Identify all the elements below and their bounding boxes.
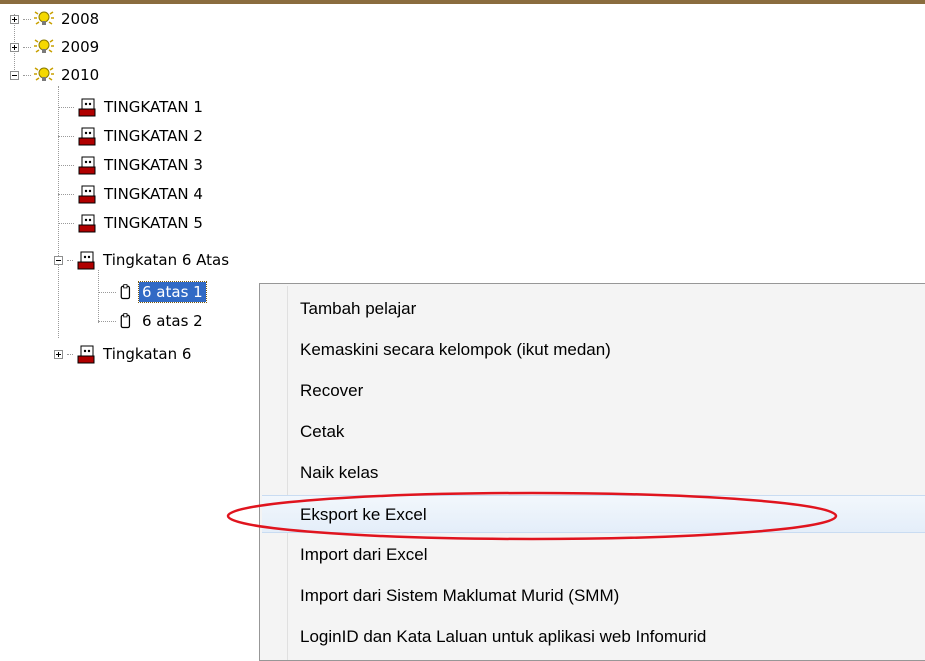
tree-node-form-1[interactable]: TINGKATAN 1 [58, 96, 206, 118]
students-icon [78, 214, 96, 233]
expand-plus-icon[interactable] [54, 349, 63, 359]
document-icon [120, 284, 131, 300]
tree-node-2009[interactable]: 2009 [10, 36, 102, 58]
menu-item-eksport-excel[interactable]: Eksport ke Excel [262, 495, 925, 533]
collapse-minus-icon[interactable] [54, 255, 63, 265]
tree-node-form-3[interactable]: TINGKATAN 3 [58, 154, 206, 176]
tree-node-label: TINGKATAN 3 [104, 156, 203, 174]
tree-node-label: Tingkatan 6 [103, 345, 192, 363]
tree-node-2010[interactable]: 2010 [10, 64, 102, 86]
tree-node-form6-upper[interactable]: Tingkatan 6 Atas [54, 249, 232, 271]
students-icon [77, 345, 95, 364]
lightbulb-icon [34, 67, 54, 81]
expand-plus-icon[interactable] [10, 14, 19, 24]
menu-item-cetak[interactable]: Cetak [262, 413, 925, 451]
lightbulb-icon [34, 11, 54, 25]
tree-node-label: 2008 [61, 10, 100, 28]
collapse-minus-icon[interactable] [10, 70, 19, 80]
tree-node-form-4[interactable]: TINGKATAN 4 [58, 183, 206, 205]
context-menu: Tambah pelajar Kemaskini secara kelompok… [259, 283, 925, 661]
document-icon [120, 313, 131, 329]
tree-node-label: TINGKATAN 5 [104, 214, 203, 232]
tree-node-label: 2010 [61, 66, 100, 84]
tree-node-label: 2009 [61, 38, 100, 56]
tree-node-label: TINGKATAN 4 [104, 185, 203, 203]
tree-node-class-6-atas-1[interactable]: 6 atas 1 [98, 281, 207, 303]
tree-node-label: 6 atas 1 [138, 281, 207, 303]
tree-node-label: Tingkatan 6 Atas [103, 251, 230, 269]
tree-node-label: TINGKATAN 1 [104, 98, 203, 116]
menu-item-kemaskini-kelompok[interactable]: Kemaskini secara kelompok (ikut medan) [262, 331, 925, 369]
tree-node-2008[interactable]: 2008 [10, 8, 102, 30]
menu-item-tambah-pelajar[interactable]: Tambah pelajar [262, 290, 925, 328]
menu-item-import-excel[interactable]: Import dari Excel [262, 536, 925, 574]
tree-node-form-5[interactable]: TINGKATAN 5 [58, 212, 206, 234]
expand-plus-icon[interactable] [10, 42, 19, 52]
menu-item-recover[interactable]: Recover [262, 372, 925, 410]
tree-node-class-6-atas-2[interactable]: 6 atas 2 [98, 310, 206, 332]
tree-node-form6-lower[interactable]: Tingkatan 6 [54, 343, 194, 365]
menu-item-naik-kelas[interactable]: Naik kelas [262, 454, 925, 492]
tree-node-label: 6 atas 2 [142, 312, 203, 330]
class-tree: 2008 2009 2010 TINGKATAN 1 TINGKATAN 2 T… [0, 0, 260, 661]
students-icon [78, 156, 96, 175]
students-icon [77, 251, 95, 270]
menu-item-login-id[interactable]: LoginID dan Kata Laluan untuk aplikasi w… [262, 618, 925, 656]
students-icon [78, 185, 96, 204]
tree-node-form-2[interactable]: TINGKATAN 2 [58, 125, 206, 147]
menu-item-import-smm[interactable]: Import dari Sistem Maklumat Murid (SMM) [262, 577, 925, 615]
lightbulb-icon [34, 39, 54, 53]
students-icon [78, 127, 96, 146]
students-icon [78, 98, 96, 117]
tree-node-label: TINGKATAN 2 [104, 127, 203, 145]
